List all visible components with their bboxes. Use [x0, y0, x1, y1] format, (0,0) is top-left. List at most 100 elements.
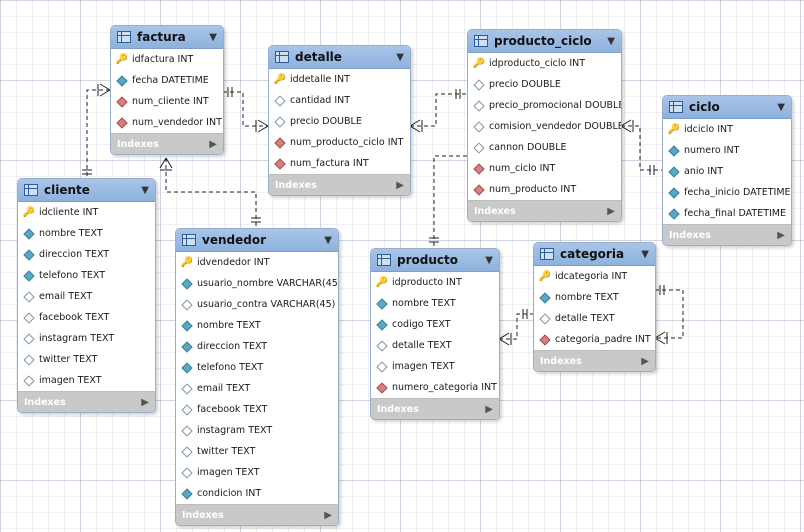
column-row[interactable]: email TEXT — [176, 378, 338, 399]
column-row[interactable]: num_producto INT — [468, 179, 621, 200]
column-row[interactable]: 🔑 idvendedor INT — [176, 252, 338, 273]
column-row[interactable]: numero INT — [663, 140, 791, 161]
collapse-arrow-icon[interactable]: ▼ — [607, 36, 615, 47]
collapse-arrow-icon[interactable]: ▼ — [141, 185, 149, 196]
column-row[interactable]: 🔑 idfactura INT — [111, 49, 223, 70]
column-row[interactable]: twitter TEXT — [176, 441, 338, 462]
expand-arrow-icon[interactable]: ▶ — [485, 404, 493, 415]
column-row[interactable]: direccion TEXT — [176, 336, 338, 357]
table-producto[interactable]: producto ▼ 🔑 idproducto INT nombre TEXT codig… — [370, 248, 500, 420]
indexes-bar[interactable]: Indexes ▶ — [18, 391, 155, 412]
collapse-arrow-icon[interactable]: ▼ — [641, 249, 649, 260]
column-row[interactable]: precio_promocional DOUBLE — [468, 95, 621, 116]
column-row[interactable]: usuario_nombre VARCHAR(45) — [176, 273, 338, 294]
column-label: precio DOUBLE — [489, 79, 561, 90]
table-cliente[interactable]: cliente ▼ 🔑 idcliente INT nombre TEXT direcci… — [17, 178, 156, 413]
collapse-arrow-icon[interactable]: ▼ — [209, 32, 217, 43]
column-row[interactable]: direccion TEXT — [18, 244, 155, 265]
collapse-arrow-icon[interactable]: ▼ — [324, 235, 332, 246]
expand-arrow-icon[interactable]: ▶ — [607, 206, 615, 217]
column-row[interactable]: detalle TEXT — [371, 335, 499, 356]
column-row[interactable]: num_factura INT — [269, 153, 410, 174]
column-icon — [23, 374, 35, 387]
column-label: idproducto_ciclo INT — [489, 58, 586, 69]
column-row[interactable]: precio DOUBLE — [269, 111, 410, 132]
table-ciclo[interactable]: ciclo ▼ 🔑 idciclo INT numero INT anio INT fech… — [662, 95, 792, 246]
column-row[interactable]: 🔑 idproducto INT — [371, 272, 499, 293]
expand-arrow-icon[interactable]: ▶ — [396, 180, 404, 191]
column-row[interactable]: fecha DATETIME — [111, 70, 223, 91]
column-row[interactable]: 🔑 idproducto_ciclo INT — [468, 53, 621, 74]
column-row[interactable]: precio DOUBLE — [468, 74, 621, 95]
collapse-arrow-icon[interactable]: ▼ — [777, 102, 785, 113]
not-null-column-icon — [668, 144, 680, 157]
expand-arrow-icon[interactable]: ▶ — [641, 356, 649, 367]
indexes-bar[interactable]: Indexes ▶ — [371, 398, 499, 419]
table-header[interactable]: categoria ▼ — [534, 243, 655, 266]
table-header[interactable]: detalle ▼ — [269, 46, 410, 69]
table-factura[interactable]: factura ▼ 🔑 idfactura INT fecha DATETIME num_… — [110, 25, 224, 155]
column-row[interactable]: nombre TEXT — [18, 223, 155, 244]
column-label: usuario_contra VARCHAR(45) — [197, 299, 336, 310]
table-header[interactable]: cliente ▼ — [18, 179, 155, 202]
column-row[interactable]: imagen TEXT — [176, 462, 338, 483]
column-row[interactable]: instagram TEXT — [176, 420, 338, 441]
column-row[interactable]: categoria_padre INT — [534, 329, 655, 350]
expand-arrow-icon[interactable]: ▶ — [777, 230, 785, 241]
indexes-bar[interactable]: Indexes ▶ — [534, 350, 655, 371]
table-vendedor[interactable]: vendedor ▼ 🔑 idvendedor INT usuario_nombre V… — [175, 228, 339, 526]
column-row[interactable]: imagen TEXT — [18, 370, 155, 391]
column-row[interactable]: nombre TEXT — [534, 287, 655, 308]
column-row[interactable]: fecha_final DATETIME — [663, 203, 791, 224]
column-row[interactable]: instagram TEXT — [18, 328, 155, 349]
column-row[interactable]: 🔑 idciclo INT — [663, 119, 791, 140]
table-header[interactable]: vendedor ▼ — [176, 229, 338, 252]
column-row[interactable]: telefono TEXT — [18, 265, 155, 286]
column-row[interactable]: nombre TEXT — [176, 315, 338, 336]
column-row[interactable]: numero_categoria INT — [371, 377, 499, 398]
nullable-column-icon — [23, 311, 35, 324]
column-row[interactable]: num_ciclo INT — [468, 158, 621, 179]
column-row[interactable]: num_vendedor INT — [111, 112, 223, 133]
table-header[interactable]: factura ▼ — [111, 26, 223, 49]
table-producto_ciclo[interactable]: producto_ciclo ▼ 🔑 idproducto_ciclo INT prec… — [467, 29, 622, 222]
column-row[interactable]: cantidad INT — [269, 90, 410, 111]
collapse-arrow-icon[interactable]: ▼ — [396, 52, 404, 63]
column-row[interactable]: condicion INT — [176, 483, 338, 504]
column-row[interactable]: twitter TEXT — [18, 349, 155, 370]
column-row[interactable]: anio INT — [663, 161, 791, 182]
column-row[interactable]: 🔑 idcliente INT — [18, 202, 155, 223]
indexes-bar[interactable]: Indexes ▶ — [663, 224, 791, 245]
expand-arrow-icon[interactable]: ▶ — [324, 510, 332, 521]
indexes-bar[interactable]: Indexes ▶ — [111, 133, 223, 154]
column-row[interactable]: codigo TEXT — [371, 314, 499, 335]
column-row[interactable]: detalle TEXT — [534, 308, 655, 329]
column-row[interactable]: cannon DOUBLE — [468, 137, 621, 158]
column-row[interactable]: facebook TEXT — [18, 307, 155, 328]
column-row[interactable]: comision_vendedor DOUBLE — [468, 116, 621, 137]
column-row[interactable]: nombre TEXT — [371, 293, 499, 314]
column-row[interactable]: telefono TEXT — [176, 357, 338, 378]
column-row[interactable]: 🔑 iddetalle INT — [269, 69, 410, 90]
column-row[interactable]: fecha_inicio DATETIME — [663, 182, 791, 203]
table-categoria[interactable]: categoria ▼ 🔑 idcategoria INT nombre TEXT det… — [533, 242, 656, 372]
column-label: telefono TEXT — [39, 270, 106, 281]
column-row[interactable]: num_producto_ciclo INT — [269, 132, 410, 153]
column-row[interactable]: imagen TEXT — [371, 356, 499, 377]
column-row[interactable]: facebook TEXT — [176, 399, 338, 420]
indexes-bar[interactable]: Indexes ▶ — [176, 504, 338, 525]
collapse-arrow-icon[interactable]: ▼ — [485, 255, 493, 266]
table-header[interactable]: producto ▼ — [371, 249, 499, 272]
column-label: num_ciclo INT — [489, 163, 556, 174]
column-row[interactable]: num_cliente INT — [111, 91, 223, 112]
column-row[interactable]: email TEXT — [18, 286, 155, 307]
indexes-bar[interactable]: Indexes ▶ — [468, 200, 621, 221]
table-header[interactable]: ciclo ▼ — [663, 96, 791, 119]
table-header[interactable]: producto_ciclo ▼ — [468, 30, 621, 53]
expand-arrow-icon[interactable]: ▶ — [141, 397, 149, 408]
column-row[interactable]: usuario_contra VARCHAR(45) — [176, 294, 338, 315]
table-detalle[interactable]: detalle ▼ 🔑 iddetalle INT cantidad INT precio… — [268, 45, 411, 196]
column-row[interactable]: 🔑 idcategoria INT — [534, 266, 655, 287]
expand-arrow-icon[interactable]: ▶ — [209, 139, 217, 150]
indexes-bar[interactable]: Indexes ▶ — [269, 174, 410, 195]
